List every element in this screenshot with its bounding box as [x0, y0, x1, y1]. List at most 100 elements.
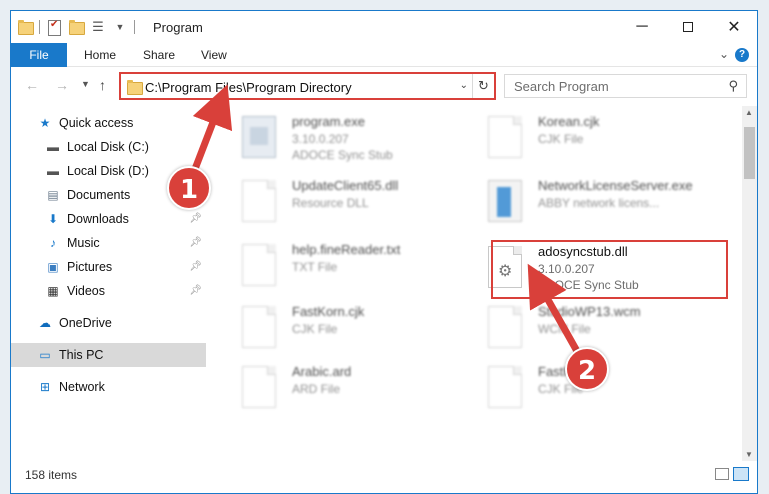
sidebar-item-label: Documents: [67, 188, 131, 202]
file-item[interactable]: Arabic.ard ARD File: [234, 362, 474, 412]
sidebar-item-label: Pictures: [67, 260, 113, 274]
sidebar-item-label: Quick access: [59, 116, 134, 130]
file-name: help.fineReader.txt: [292, 242, 401, 257]
pin-icon[interactable]: 📌︎: [189, 237, 202, 248]
file-name: program.exe: [292, 114, 365, 129]
file-list: program.exe 3.10.0.207 ADOCE Sync Stub K…: [214, 106, 744, 461]
cloud-icon: ☁: [39, 316, 51, 330]
sidebar-item-downloads[interactable]: ⬇ Downloads 📌︎: [11, 207, 206, 231]
search-placeholder: Search Program: [514, 79, 609, 94]
disk-icon: ▬: [47, 164, 59, 178]
sidebar-item-label: Downloads: [67, 212, 129, 226]
computer-icon: ▭: [39, 348, 51, 362]
file-name: Korean.cjk: [538, 114, 600, 129]
sidebar-item-pictures[interactable]: ▣ Pictures 📌︎: [11, 255, 206, 279]
properties-icon[interactable]: [46, 19, 62, 36]
recent-locations-chevron-icon[interactable]: ▼: [81, 79, 90, 89]
pin-icon[interactable]: 📌︎: [189, 285, 202, 296]
large-icons-view-icon[interactable]: [733, 467, 749, 481]
sidebar-item-music[interactable]: ♪ Music 📌︎: [11, 231, 206, 255]
file-item[interactable]: StudioWP13.wcm WCM File: [480, 302, 720, 352]
search-icon[interactable]: ⚲: [728, 78, 738, 94]
downloads-icon: ⬇: [47, 212, 59, 226]
pin-icon[interactable]: 📌︎: [189, 261, 202, 272]
file-item[interactable]: FastKorn.cjk CJK File: [234, 302, 474, 352]
file-type: CJK File: [292, 322, 338, 336]
file-name: NetworkLicenseServer.exe: [538, 178, 693, 193]
window-title: Program: [153, 20, 203, 35]
maximize-button[interactable]: [665, 11, 711, 43]
navigation-bar: ← → ▼ ↑ C:\Program Files\Program Directo…: [11, 68, 757, 104]
sidebar-item-videos[interactable]: ▦ Videos 📌︎: [11, 279, 206, 303]
navigation-pane: ★ Quick access ▬ Local Disk (C:) ▬ Local…: [11, 106, 208, 461]
expand-ribbon-chevron-icon[interactable]: ⌄: [719, 47, 729, 61]
scroll-down-icon[interactable]: ▼: [745, 450, 753, 459]
view-options-icon[interactable]: ☰: [90, 19, 106, 35]
document-icon: [488, 366, 522, 408]
toolbar-separator: [134, 20, 135, 34]
step-badge-1: 1: [167, 166, 211, 210]
address-dropdown-chevron-icon[interactable]: ⌄: [460, 80, 468, 91]
search-input[interactable]: Search Program ⚲: [504, 74, 747, 98]
file-name: FastKorn.cjk: [292, 304, 365, 319]
scrollbar-thumb[interactable]: [744, 127, 755, 179]
document-icon: [242, 306, 276, 348]
sidebar-item-label: Videos: [67, 284, 105, 298]
title-bar: ☰ ▼ Program ─ ✕: [11, 11, 757, 43]
forward-arrow-icon[interactable]: →: [55, 77, 69, 93]
document-icon: [488, 116, 522, 158]
up-arrow-icon[interactable]: ↑: [99, 77, 106, 93]
close-button[interactable]: ✕: [711, 11, 757, 43]
tab-share[interactable]: Share: [143, 43, 175, 67]
sidebar-item-quick-access[interactable]: ★ Quick access: [11, 111, 206, 135]
pin-icon[interactable]: 📌︎: [189, 213, 202, 224]
help-icon[interactable]: ?: [735, 48, 749, 62]
file-type: Resource DLL: [292, 196, 369, 210]
file-name: StudioWP13.wcm: [538, 304, 641, 319]
sidebar-item-label: Local Disk (D:): [67, 164, 149, 178]
tab-view[interactable]: View: [201, 43, 227, 67]
disk-icon: ▬: [47, 140, 59, 154]
sidebar-item-local-disk-c[interactable]: ▬ Local Disk (C:): [11, 135, 206, 159]
details-view-icon[interactable]: [715, 468, 729, 480]
sidebar-item-network[interactable]: ⊞ Network: [11, 375, 206, 399]
videos-icon: ▦: [47, 284, 59, 298]
address-path[interactable]: C:\Program Files\Program Directory: [145, 80, 352, 95]
file-item[interactable]: NetworkLicenseServer.exe ABBY network li…: [480, 176, 720, 226]
tab-home[interactable]: Home: [84, 43, 116, 67]
back-arrow-icon[interactable]: ←: [25, 77, 39, 93]
tab-file[interactable]: File: [11, 43, 67, 67]
file-type: ABBY network licens...: [538, 196, 660, 210]
folder-icon: [17, 19, 34, 35]
new-folder-icon[interactable]: [68, 19, 85, 35]
vertical-scrollbar[interactable]: ▲ ▼: [742, 106, 757, 461]
minimize-button[interactable]: ─: [619, 11, 665, 43]
document-icon: [242, 244, 276, 286]
toolbar-separator: [39, 20, 40, 34]
sidebar-item-label: OneDrive: [59, 316, 112, 330]
sidebar-item-label: Music: [67, 236, 100, 250]
file-item[interactable]: UpdateClient65.dll Resource DLL: [234, 176, 474, 226]
refresh-icon[interactable]: ↻: [472, 74, 494, 98]
quick-access-toolbar: ☰ ▼: [17, 17, 135, 37]
file-type: WCM File: [538, 322, 591, 336]
file-type: CJK File: [538, 132, 584, 146]
customize-toolbar-chevron-icon[interactable]: ▼: [112, 19, 128, 35]
sidebar-item-onedrive[interactable]: ☁ OneDrive: [11, 311, 206, 335]
sidebar-item-this-pc[interactable]: ▭ This PC: [11, 343, 206, 367]
document-icon: [242, 180, 276, 222]
file-version: 3.10.0.207: [292, 132, 349, 146]
status-bar: 158 items: [11, 463, 757, 487]
explorer-window: ☰ ▼ Program ─ ✕ File Home Share View ⌄ ?…: [10, 10, 758, 494]
address-bar[interactable]: C:\Program Files\Program Directory ⌄ ↻: [119, 72, 496, 100]
scroll-up-icon[interactable]: ▲: [745, 108, 753, 117]
sidebar-item-label: Network: [59, 380, 105, 394]
file-item[interactable]: help.fineReader.txt TXT File: [234, 240, 474, 290]
file-item[interactable]: Korean.cjk CJK File: [480, 112, 720, 162]
file-type: ARD File: [292, 382, 341, 396]
star-icon: ★: [39, 116, 51, 130]
documents-icon: ▤: [47, 188, 59, 202]
file-item[interactable]: program.exe 3.10.0.207 ADOCE Sync Stub: [234, 112, 474, 162]
highlight-box: [491, 240, 728, 299]
file-type: TXT File: [292, 260, 338, 274]
